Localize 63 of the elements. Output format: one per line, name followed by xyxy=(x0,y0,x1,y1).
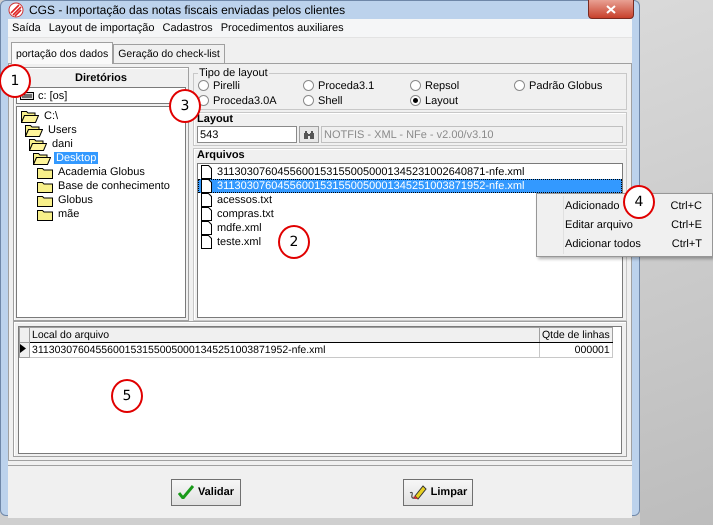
tree-item[interactable]: Base de conhecimento xyxy=(56,180,172,192)
close-icon xyxy=(606,4,616,14)
open-folder-icon xyxy=(29,138,47,150)
table-cell: 000001 xyxy=(540,342,612,358)
clear-button[interactable]: Limpar xyxy=(403,478,473,506)
shortcut-label: Ctrl+C xyxy=(670,200,702,212)
shortcut-label: Ctrl+T xyxy=(672,238,702,250)
radio-button[interactable] xyxy=(198,80,209,91)
radio-option[interactable]: Padrão Globus xyxy=(514,79,614,92)
open-folder-icon xyxy=(25,124,43,136)
radio-option[interactable]: Repsol xyxy=(410,79,514,92)
tree-item[interactable]: C:\ xyxy=(42,110,60,122)
tab[interactable]: Geração do check-list xyxy=(113,44,225,63)
search-button[interactable] xyxy=(299,126,319,143)
folder-icon xyxy=(37,194,53,206)
radio-button[interactable] xyxy=(303,95,314,106)
menu-item[interactable]: Procedimentos auxiliares xyxy=(216,22,348,34)
section-heading: Arquivos xyxy=(197,149,246,161)
context-menu-item[interactable]: Editar arquivo xyxy=(565,218,633,230)
layout-description-field: NOTFIS - XML - NFe - v2.00/v3.10 xyxy=(321,126,623,143)
file-icon xyxy=(201,207,212,221)
radio-button[interactable] xyxy=(303,80,314,91)
radio-option[interactable]: Layout xyxy=(410,94,514,107)
radio-button[interactable] xyxy=(514,80,525,91)
tree-item[interactable]: Users xyxy=(46,124,79,136)
validate-button[interactable]: Validar xyxy=(171,478,241,506)
radio-option[interactable]: Proceda3.1 xyxy=(303,79,410,92)
binoculars-icon xyxy=(303,130,315,140)
shortcut-label: Ctrl+E xyxy=(671,218,702,230)
group-label: Tipo de layout xyxy=(198,67,269,79)
window-title: CGS - Importação das notas fiscais enviadas pelos clientes xyxy=(29,3,346,17)
layout-code-field[interactable]: 543 xyxy=(197,126,297,143)
tree-item[interactable]: Academia Globus xyxy=(56,166,147,178)
radio-button[interactable] xyxy=(410,80,421,91)
context-menu-item[interactable]: Adicionar todos xyxy=(565,238,641,250)
column-header[interactable]: Local do arquivo xyxy=(30,328,540,343)
file-item[interactable]: 31130307604556001531550050001345231002640871-nfe.xml xyxy=(198,165,622,179)
menu-item[interactable]: Cadastros xyxy=(158,22,217,34)
file-icon xyxy=(201,221,212,235)
menu-item[interactable]: Saída xyxy=(8,22,45,34)
table-cell: 31130307604556001531550050001345251003871952-nfe.xml xyxy=(30,342,540,358)
folder-icon xyxy=(37,208,53,220)
tab[interactable]: portação dos dados xyxy=(11,42,114,64)
checkmark-icon xyxy=(178,485,194,499)
tree-item[interactable]: mãe xyxy=(56,208,82,220)
menu-item[interactable]: Layout de importação xyxy=(44,22,159,34)
radio-option[interactable]: Shell xyxy=(303,94,410,107)
context-menu-item[interactable]: Adicionado xyxy=(565,200,620,212)
folder-icon xyxy=(37,180,53,192)
tree-item[interactable]: dani xyxy=(50,138,75,150)
panel-heading: Diretórios xyxy=(74,71,128,86)
open-folder-icon xyxy=(21,110,39,122)
tree-item[interactable]: Globus xyxy=(56,194,95,206)
radio-button[interactable] xyxy=(410,95,421,106)
file-icon xyxy=(201,235,212,249)
open-folder-icon xyxy=(33,152,51,164)
folder-icon xyxy=(37,166,53,178)
file-icon xyxy=(201,179,212,193)
file-icon xyxy=(201,193,212,207)
column-header[interactable]: Qtde de linhas xyxy=(540,328,612,343)
close-button[interactable] xyxy=(588,0,634,19)
eraser-icon xyxy=(408,484,427,500)
radio-option[interactable]: Pirelli xyxy=(198,79,303,92)
